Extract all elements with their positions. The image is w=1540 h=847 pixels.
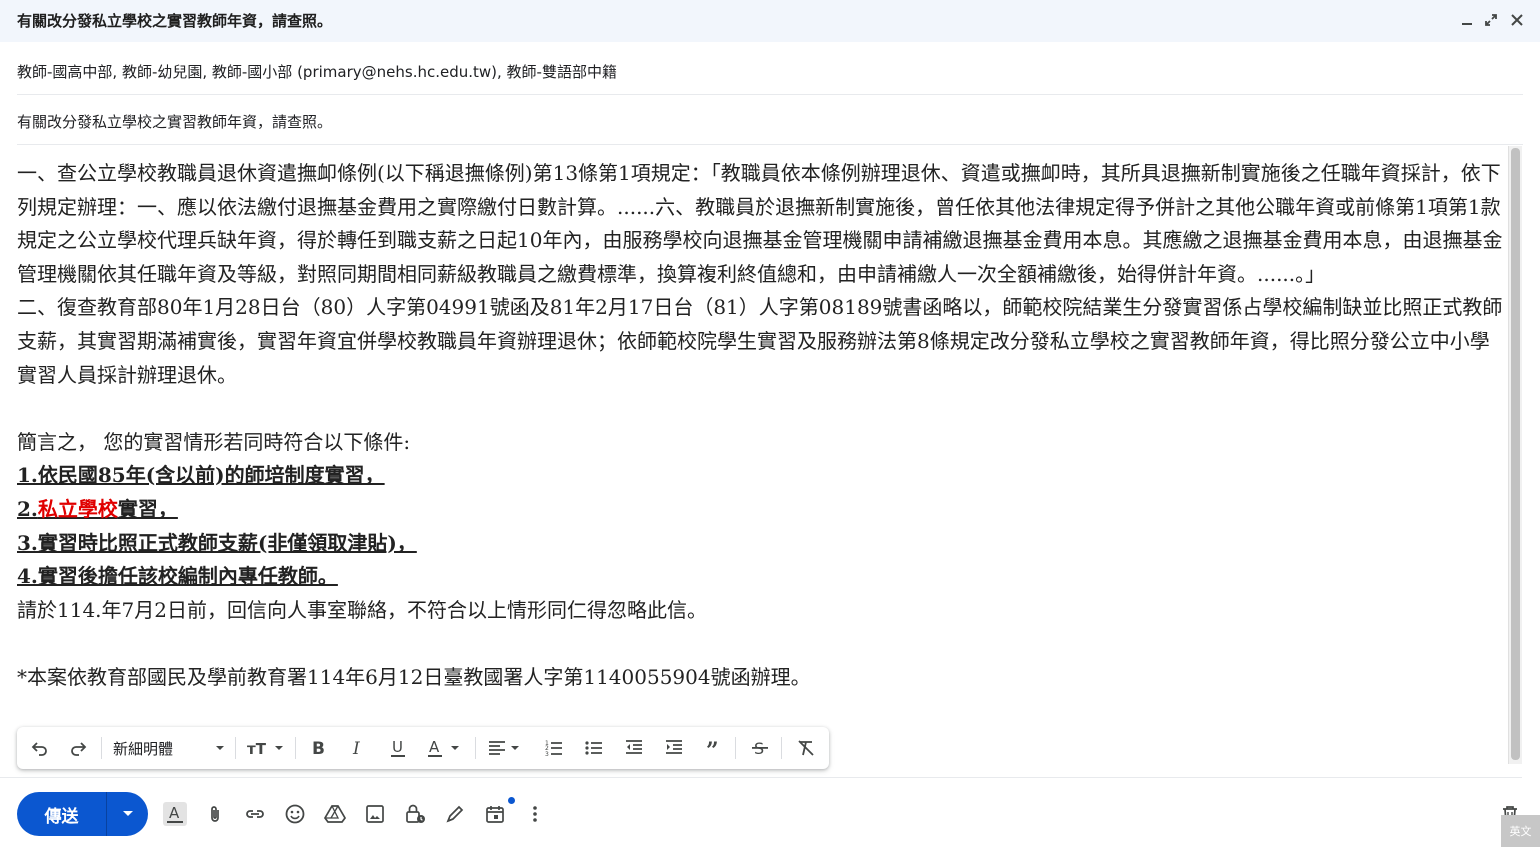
body-paragraph-1: 一、查公立學校教職員退休資遣撫卹條例(以下稱退撫條例)第13條第1項規定：「教職… [17, 161, 1503, 286]
font-family-select[interactable]: 新細明體 [107, 734, 231, 762]
remove-formatting-icon[interactable] [791, 734, 821, 762]
chevron-down-icon [122, 811, 133, 816]
underline-icon[interactable]: U [383, 734, 413, 762]
body-paragraph-2: 二、復查教育部80年1月28日台（80）人字第04991號函及81年2月17日台… [17, 295, 1503, 387]
ime-indicator: 英文 [1501, 815, 1540, 847]
text-color-icon[interactable]: A [423, 734, 467, 762]
indent-more-icon[interactable] [659, 734, 689, 762]
align-icon[interactable] [483, 734, 527, 762]
confidential-icon[interactable] [399, 798, 431, 830]
drive-icon[interactable] [319, 798, 351, 830]
condition-2-prefix: 2. [17, 496, 38, 521]
indent-less-icon[interactable] [619, 734, 649, 762]
undo-icon[interactable] [25, 734, 55, 762]
compose-title: 有關改分發私立學校之實習教師年資，請查照。 [17, 12, 333, 30]
condition-3-text: 3.實習時比照正式教師支薪(非僅領取津貼)， [17, 530, 417, 555]
send-button-group: 傳送 [17, 792, 148, 836]
summary-line: 簡言之， 您的實習情形若同時符合以下條件: [17, 429, 411, 454]
font-family-value: 新細明體 [113, 740, 174, 758]
toolbar-separator [101, 737, 102, 759]
redo-icon[interactable] [63, 734, 93, 762]
svg-text:”: ” [706, 738, 719, 758]
svg-text:A: A [429, 738, 440, 756]
schedule-icon[interactable] [479, 798, 511, 830]
compose-titlebar: 有關改分發私立學校之實習教師年資，請查照。 [0, 0, 1540, 42]
reply-instruction: 請於114.年7月2日前，回信向人事室聯絡，不符合以上情形同仁得忽略此信。 [17, 597, 707, 622]
svg-text:3: 3 [545, 751, 549, 758]
toolbar-separator [735, 737, 736, 759]
body-scrollbar[interactable] [1508, 146, 1522, 764]
condition-2: 2.私立學校實習， [17, 493, 1505, 527]
condition-2-text: 2.私立學校實習， [17, 497, 178, 521]
chevron-down-icon [216, 746, 224, 750]
send-button[interactable]: 傳送 [17, 792, 106, 836]
subject-field[interactable]: 有關改分發私立學校之實習教師年資，請查照。 [17, 95, 1523, 145]
message-body[interactable]: 一、查公立學校教職員退休資遣撫卹條例(以下稱退撫條例)第13條第1項規定：「教職… [17, 157, 1505, 695]
scrollbar-thumb[interactable] [1511, 148, 1520, 760]
strikethrough-icon[interactable]: S [745, 734, 775, 762]
toolbar-separator [235, 737, 236, 759]
minimize-icon[interactable] [1456, 9, 1478, 31]
attach-icon[interactable] [199, 798, 231, 830]
bulleted-list-icon[interactable] [579, 734, 609, 762]
emoji-icon[interactable] [279, 798, 311, 830]
recipients-field[interactable]: 教師-國高中部, 教師-幼兒園, 教師-國小部 (primary@nehs.hc… [17, 45, 1523, 95]
close-icon[interactable] [1506, 9, 1528, 31]
formatting-toolbar: 新細明體 тT B I U A 123 ” S [17, 727, 829, 769]
toolbar-separator [475, 737, 476, 759]
link-icon[interactable] [239, 798, 271, 830]
condition-2-highlight: 私立學校 [37, 496, 118, 521]
toolbar-separator [781, 737, 782, 759]
condition-1: 1.依民國85年(含以前)的師培制度實習， [17, 459, 1505, 493]
numbered-list-icon[interactable]: 123 [539, 734, 569, 762]
condition-4: 4.實習後擔任該校編制內專任教師。 [17, 560, 1505, 594]
italic-icon[interactable]: I [343, 734, 373, 762]
recipients-text: 教師-國高中部, 教師-幼兒園, 教師-國小部 (primary@nehs.hc… [17, 63, 617, 81]
condition-2-suffix: 實習， [117, 496, 178, 521]
svg-text:A: A [169, 804, 180, 822]
signature-icon[interactable] [439, 798, 471, 830]
toolbar-separator [295, 737, 296, 759]
condition-1-text: 1.依民國85年(含以前)的師培制度實習， [17, 463, 385, 488]
font-size-icon[interactable]: тT [243, 734, 287, 762]
svg-text:U: U [392, 738, 403, 756]
bold-icon[interactable]: B [303, 734, 333, 762]
subject-text: 有關改分發私立學校之實習教師年資，請查照。 [17, 113, 333, 131]
svg-text:I: I [352, 739, 360, 758]
condition-3: 3.實習時比照正式教師支薪(非僅領取津貼)， [17, 527, 1505, 561]
bottom-divider [0, 777, 1522, 778]
send-options-button[interactable] [107, 792, 148, 836]
condition-4-text: 4.實習後擔任該校編制內專任教師。 [17, 564, 338, 589]
more-options-icon[interactable] [519, 798, 551, 830]
formatting-options-icon[interactable]: A [159, 798, 191, 830]
new-feature-dot [508, 797, 515, 804]
expand-icon[interactable] [1480, 9, 1502, 31]
photo-icon[interactable] [359, 798, 391, 830]
reference-note: *本案依教育部國民及學前教育署114年6月12日臺教國署人字第114005590… [17, 664, 811, 689]
svg-text:B: B [312, 739, 325, 758]
quote-icon[interactable]: ” [699, 734, 729, 762]
svg-text:тT: тT [247, 740, 267, 758]
